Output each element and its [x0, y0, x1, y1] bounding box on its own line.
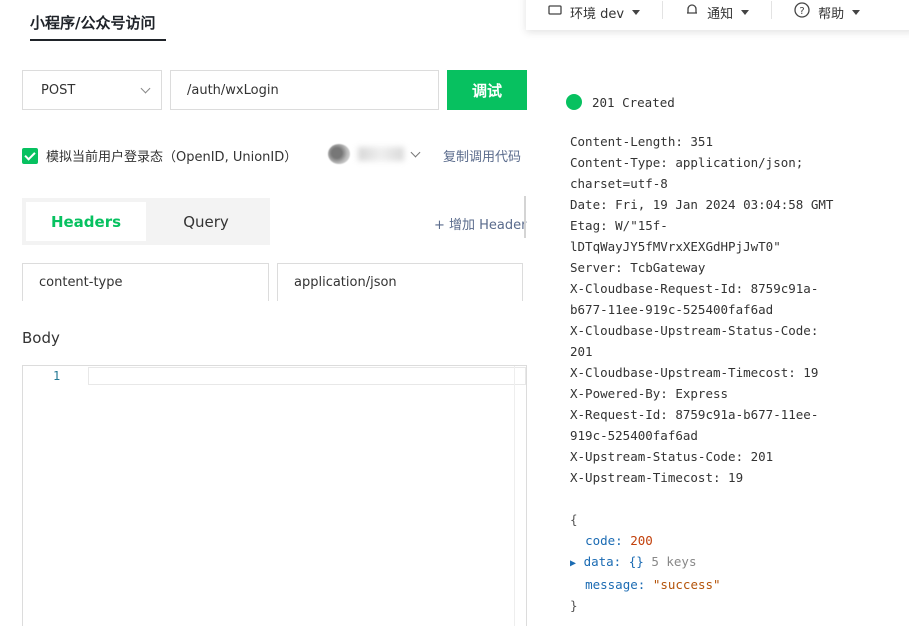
- blurred-username: [358, 147, 404, 161]
- response-header-line: X-Upstream-Timecost: 19: [570, 470, 744, 485]
- caret-down-icon: [741, 9, 750, 15]
- json-value-message: "success": [652, 577, 721, 592]
- svg-text:?: ?: [799, 6, 804, 17]
- json-key-code: code:: [585, 533, 623, 548]
- response-header-line: Etag: W/"15f-: [570, 218, 668, 233]
- copy-code-link[interactable]: 复制调用代码: [443, 146, 521, 165]
- response-header-line: b677-11ee-919c-525400faf6ad: [570, 302, 774, 317]
- path-input[interactable]: [170, 70, 439, 110]
- header-value-field[interactable]: application/json: [277, 263, 523, 301]
- page-title[interactable]: 小程序/公众号访问: [30, 12, 155, 33]
- status-dot-icon: [566, 94, 582, 110]
- response-header-line: lDTqWayJY5fMVrxXEXGdHPjJwT0": [570, 239, 781, 254]
- title-underline: [30, 39, 166, 41]
- response-header-line: Server: TcbGateway: [570, 260, 706, 275]
- top-toolbar: 环境 dev 通知 ? 帮助: [526, 0, 909, 30]
- response-header-line: Date: Fri, 19 Jan 2024 03:04:58 GMT: [570, 197, 834, 212]
- json-open-brace: {: [570, 512, 578, 527]
- json-row-code: code: 200: [570, 530, 721, 551]
- json-key-data: data:: [583, 554, 622, 569]
- response-header-line: Content-Length: 351: [570, 134, 713, 149]
- request-tabs: Headers Query: [22, 198, 270, 245]
- scroll-divider: [524, 196, 526, 238]
- caret-down-icon: [852, 9, 861, 15]
- response-header-line: X-Upstream-Status-Code: 201: [570, 449, 774, 464]
- json-row-message: message: "success": [570, 574, 721, 595]
- environment-icon: [548, 3, 562, 21]
- caret-down-icon: [632, 9, 641, 15]
- response-header-line: Content-Type: application/json;: [570, 155, 804, 170]
- debug-button[interactable]: 调试: [447, 70, 527, 110]
- chevron-down-icon: [140, 83, 151, 93]
- help-label: 帮助: [818, 6, 845, 22]
- line-number: 1: [53, 369, 61, 383]
- add-header-link[interactable]: + 增加 Header: [434, 214, 527, 233]
- json-value-data: {}: [628, 554, 644, 569]
- response-header-line: X-Request-Id: 8759c91a-b677-11ee-: [570, 407, 819, 422]
- tab-query[interactable]: Query: [146, 202, 266, 241]
- notify-menu[interactable]: 通知: [663, 0, 771, 32]
- json-row-data[interactable]: ▶ data: {} 5 keys: [570, 551, 721, 574]
- json-key-message: message:: [585, 577, 646, 592]
- response-header-line: X-Powered-By: Express: [570, 386, 729, 401]
- notify-label: 通知: [707, 6, 734, 22]
- body-editor[interactable]: 1: [22, 365, 527, 626]
- response-header-line: X-Cloudbase-Upstream-Timecost: 19: [570, 365, 819, 380]
- expand-caret-icon[interactable]: ▶: [570, 558, 576, 569]
- json-value-code: 200: [630, 533, 653, 548]
- json-close-brace: }: [570, 598, 578, 613]
- response-status: 201 Created: [566, 94, 675, 110]
- response-json: { code: 200 ▶ data: {} 5 keys message: "s…: [570, 509, 721, 616]
- simulate-login-checkbox[interactable]: 模拟当前用户登录态（OpenID, UnionID）: [22, 146, 297, 165]
- header-key-field[interactable]: content-type: [22, 263, 269, 301]
- help-circle-icon: ?: [794, 2, 810, 22]
- response-header-line: X-Cloudbase-Upstream-Status-Code:: [570, 323, 819, 338]
- response-header-line: X-Cloudbase-Request-Id: 8759c91a-: [570, 281, 819, 296]
- status-text: 201 Created: [592, 94, 675, 110]
- tab-headers[interactable]: Headers: [26, 202, 146, 241]
- env-selector[interactable]: 环境 dev: [526, 0, 662, 32]
- env-label: 环境 dev: [570, 6, 625, 22]
- body-label: Body: [22, 329, 60, 347]
- avatar: [328, 144, 350, 164]
- help-menu[interactable]: ? 帮助: [772, 0, 882, 32]
- bell-icon: [685, 3, 699, 21]
- method-value: POST: [41, 82, 76, 98]
- check-icon[interactable]: [22, 147, 38, 164]
- method-select[interactable]: POST: [22, 70, 162, 110]
- response-header-line: 919c-525400faf6ad: [570, 428, 698, 443]
- chevron-down-icon: [410, 147, 421, 157]
- editor-scrollbar[interactable]: [514, 366, 526, 626]
- json-data-keycount: 5 keys: [651, 554, 697, 569]
- current-line-highlight: [88, 367, 526, 385]
- user-select[interactable]: [328, 144, 421, 164]
- response-headers: Content-Length: 351 Content-Type: applica…: [570, 131, 870, 488]
- simulate-label: 模拟当前用户登录态（OpenID, UnionID）: [46, 150, 298, 165]
- response-header-line: charset=utf-8: [570, 176, 668, 191]
- response-header-line: 201: [570, 344, 593, 359]
